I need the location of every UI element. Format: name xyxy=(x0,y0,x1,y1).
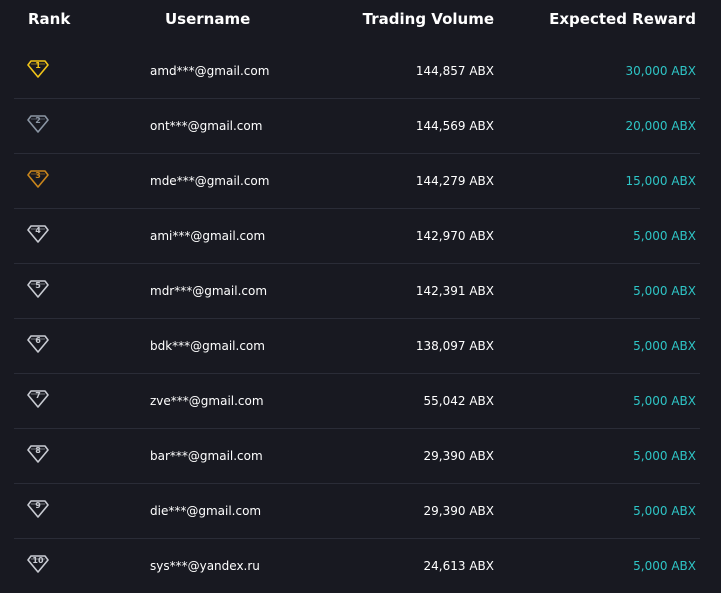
table-row: 4 ami***@gmail.com 142,970 ABX 5,000 ABX xyxy=(14,209,700,264)
diamond-badge-icon: 6 xyxy=(27,334,49,354)
diamond-badge-icon: 8 xyxy=(27,444,49,464)
rank-number: 4 xyxy=(35,226,41,235)
username-cell: bdk***@gmail.com xyxy=(150,339,265,353)
table-row: 8 bar***@gmail.com 29,390 ABX 5,000 ABX xyxy=(14,429,700,484)
table-row: 2 ont***@gmail.com 144,569 ABX 20,000 ABX xyxy=(14,99,700,154)
rank-number: 5 xyxy=(35,281,41,290)
expected-reward-cell: 20,000 ABX xyxy=(625,119,696,133)
rank-column-header: Rank xyxy=(28,10,71,28)
table-row: 10 sys***@yandex.ru 24,613 ABX 5,000 ABX xyxy=(14,539,700,593)
table-row: 1 amd***@gmail.com 144,857 ABX 30,000 ABX xyxy=(14,44,700,99)
trading-volume-cell: 142,970 ABX xyxy=(415,229,494,243)
diamond-badge-icon: 4 xyxy=(27,224,49,244)
expected-reward-cell: 5,000 ABX xyxy=(633,229,696,243)
trading-volume-cell: 29,390 ABX xyxy=(423,504,494,518)
expected-reward-cell: 5,000 ABX xyxy=(633,339,696,353)
trading-volume-cell: 142,391 ABX xyxy=(415,284,494,298)
leaderboard-table: Rank Username Trading Volume Expected Re… xyxy=(0,0,721,592)
trading-volume-cell: 138,097 ABX xyxy=(415,339,494,353)
username-column-header: Username xyxy=(165,10,251,28)
trading-volume-cell: 144,857 ABX xyxy=(415,64,494,78)
rank-number: 9 xyxy=(35,501,41,510)
bronze-diamond-badge-icon: 3 xyxy=(27,169,49,189)
expected-reward-cell: 5,000 ABX xyxy=(633,559,696,573)
trading-volume-column-header: Trading Volume xyxy=(362,10,494,28)
username-cell: zve***@gmail.com xyxy=(150,394,264,408)
trading-volume-cell: 144,279 ABX xyxy=(415,174,494,188)
username-cell: mdr***@gmail.com xyxy=(150,284,268,298)
trading-volume-cell: 24,613 ABX xyxy=(423,559,494,573)
gold-diamond-badge-icon: 1 xyxy=(27,59,49,79)
trading-volume-cell: 29,390 ABX xyxy=(423,449,494,463)
table-row: 3 mde***@gmail.com 144,279 ABX 15,000 ABX xyxy=(14,154,700,209)
expected-reward-cell: 5,000 ABX xyxy=(633,394,696,408)
username-cell: amd***@gmail.com xyxy=(150,64,270,78)
table-row: 7 zve***@gmail.com 55,042 ABX 5,000 ABX xyxy=(14,374,700,429)
rank-number: 10 xyxy=(32,556,44,565)
diamond-badge-icon: 9 xyxy=(27,499,49,519)
username-cell: mde***@gmail.com xyxy=(150,174,270,188)
diamond-badge-icon: 5 xyxy=(27,279,49,299)
username-cell: die***@gmail.com xyxy=(150,504,262,518)
diamond-badge-icon: 10 xyxy=(27,554,49,574)
trading-volume-cell: 55,042 ABX xyxy=(423,394,494,408)
diamond-badge-icon: 7 xyxy=(27,389,49,409)
table-row: 9 die***@gmail.com 29,390 ABX 5,000 ABX xyxy=(14,484,700,539)
expected-reward-column-header: Expected Reward xyxy=(549,10,696,28)
username-cell: bar***@gmail.com xyxy=(150,449,263,463)
username-cell: ont***@gmail.com xyxy=(150,119,263,133)
table-row: 6 bdk***@gmail.com 138,097 ABX 5,000 ABX xyxy=(14,319,700,374)
expected-reward-cell: 30,000 ABX xyxy=(625,64,696,78)
trading-volume-cell: 144,569 ABX xyxy=(415,119,494,133)
rank-number: 1 xyxy=(35,61,41,70)
rank-number: 7 xyxy=(35,391,41,400)
silver-diamond-badge-icon: 2 xyxy=(27,114,49,134)
rank-number: 8 xyxy=(35,446,41,455)
expected-reward-cell: 5,000 ABX xyxy=(633,504,696,518)
table-row: 5 mdr***@gmail.com 142,391 ABX 5,000 ABX xyxy=(14,264,700,319)
rank-number: 6 xyxy=(35,336,41,345)
rank-number: 3 xyxy=(35,171,41,180)
expected-reward-cell: 5,000 ABX xyxy=(633,449,696,463)
username-cell: sys***@yandex.ru xyxy=(150,559,260,573)
table-header: Rank Username Trading Volume Expected Re… xyxy=(0,0,721,44)
rank-number: 2 xyxy=(35,116,41,125)
expected-reward-cell: 15,000 ABX xyxy=(625,174,696,188)
expected-reward-cell: 5,000 ABX xyxy=(633,284,696,298)
username-cell: ami***@gmail.com xyxy=(150,229,266,243)
